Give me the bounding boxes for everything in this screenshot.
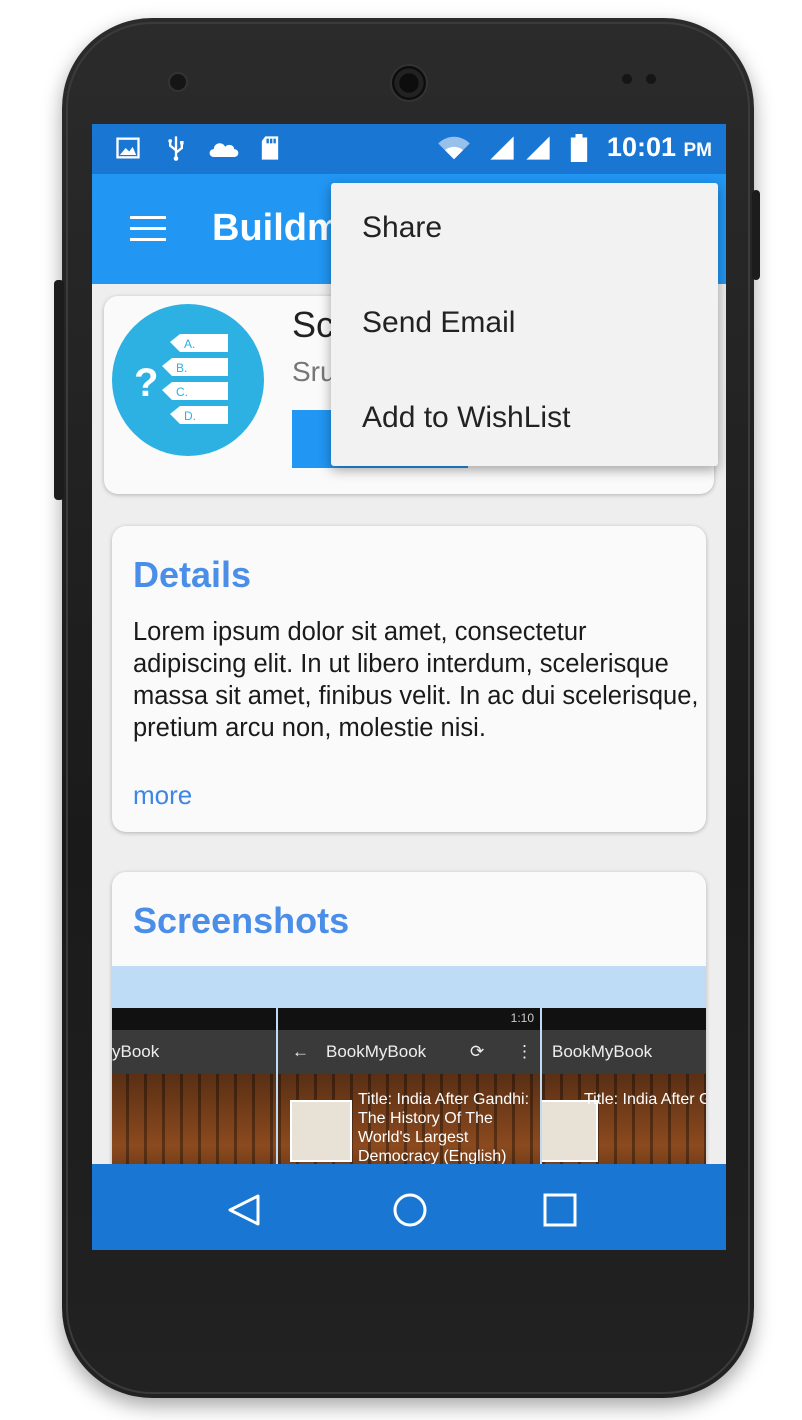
navigation-bar xyxy=(92,1164,726,1250)
cloud-icon xyxy=(209,143,239,157)
book-title: Title: India After Gandhi: The Histo The… xyxy=(584,1091,706,1108)
svg-text:A.: A. xyxy=(184,337,195,351)
clock-time: 10:01 xyxy=(606,132,676,162)
details-title: Details xyxy=(133,554,252,595)
back-arrow-icon: ← xyxy=(292,1042,309,1061)
screen: 10:01 PM Buildm ? A. B. C. D. Sc Sru Det… xyxy=(92,124,726,1250)
book-cover xyxy=(290,1100,352,1162)
details-card: Details Lorem ipsum dolor sit amet, cons… xyxy=(112,526,706,832)
app-name: Sc xyxy=(292,304,335,345)
proximity-sensor xyxy=(622,74,632,84)
app-title: Buildm xyxy=(212,207,341,249)
sd-card-icon xyxy=(261,136,279,160)
more-link[interactable]: more xyxy=(133,780,192,811)
svg-text:B.: B. xyxy=(176,361,187,375)
front-camera xyxy=(168,72,188,92)
svg-text:C.: C. xyxy=(176,385,188,399)
menu-item-send-email[interactable]: Send Email xyxy=(331,278,718,372)
screenshots-title: Screenshots xyxy=(133,900,350,941)
book-cover xyxy=(542,1100,598,1162)
book-title: Title: India After Gandhi: The History O… xyxy=(358,1091,530,1165)
earpiece-speaker xyxy=(390,64,428,102)
usb-icon xyxy=(168,136,184,161)
clock-ampm: PM xyxy=(683,140,713,161)
signal-icon xyxy=(526,136,550,160)
home-icon[interactable] xyxy=(392,1192,428,1228)
menu-item-label: Send Email xyxy=(362,306,516,339)
power-button xyxy=(752,190,760,280)
screenshot-bar-title: yBook xyxy=(112,1042,160,1061)
screenshot-bar-title: BookMyBook xyxy=(552,1042,653,1061)
clock: 10:01 PM xyxy=(607,132,712,163)
overflow-menu: Share Send Email Add to WishList xyxy=(331,183,718,466)
hamburger-icon[interactable] xyxy=(130,216,166,242)
details-body: Lorem ipsum dolor sit amet, consectetur … xyxy=(133,618,699,742)
screenshot-bar-title: BookMyBook xyxy=(326,1042,427,1061)
status-bar: 10:01 PM xyxy=(92,124,726,174)
refresh-icon: ⟳ xyxy=(470,1042,485,1061)
app-developer: Sru xyxy=(292,356,336,387)
screenshot-status-time: 1:10 xyxy=(510,1011,534,1025)
svg-text:?: ? xyxy=(134,361,158,405)
app-logo: ? A. B. C. D. xyxy=(112,304,264,456)
menu-item-share[interactable]: Share xyxy=(331,183,718,277)
quiz-icon: ? A. B. C. D. xyxy=(134,334,228,424)
volume-button xyxy=(54,280,64,500)
wifi-icon xyxy=(438,136,470,160)
recents-icon[interactable] xyxy=(542,1192,578,1228)
back-icon[interactable] xyxy=(226,1192,262,1228)
svg-text:D.: D. xyxy=(184,409,196,423)
menu-item-label: Share xyxy=(362,211,443,244)
battery-icon xyxy=(570,134,588,162)
menu-item-add-to-wishlist[interactable]: Add to WishList xyxy=(331,373,718,467)
light-sensor xyxy=(646,74,656,84)
more-vert-icon: ⋮ xyxy=(516,1042,533,1061)
image-icon xyxy=(116,137,140,159)
signal-icon xyxy=(490,136,514,160)
menu-item-label: Add to WishList xyxy=(362,401,571,434)
